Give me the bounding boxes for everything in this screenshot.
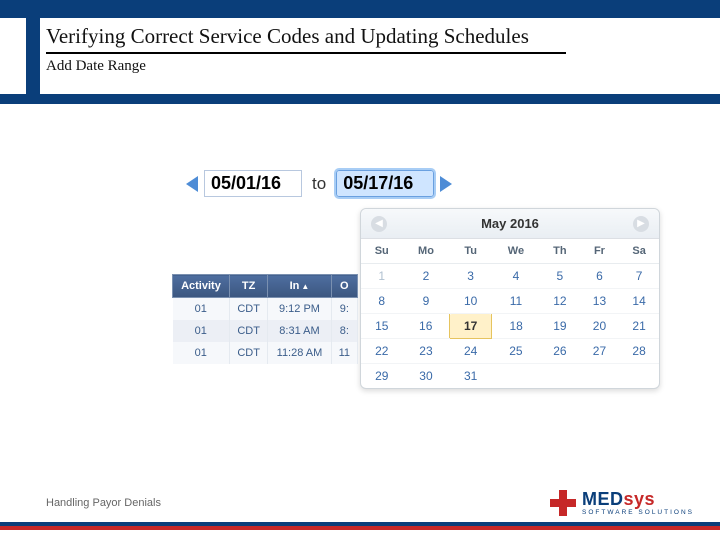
prev-range-icon[interactable] [186, 176, 198, 192]
calendar-day[interactable]: 8 [361, 289, 403, 314]
medsys-logo: MEDsys SOFTWARE SOLUTIONS [550, 490, 694, 517]
title-area: Verifying Correct Service Codes and Upda… [46, 24, 700, 75]
table-cell: 8:31 AM [268, 320, 331, 342]
calendar-day[interactable]: 16 [403, 314, 450, 339]
sort-arrow-icon: ▲ [301, 282, 309, 291]
table-cell: 11 [331, 342, 357, 364]
calendar-day[interactable]: 20 [580, 314, 619, 339]
activity-header[interactable]: Activity [173, 275, 230, 298]
date-range-row: to [186, 170, 676, 197]
calendar-prev-icon[interactable]: ◀ [371, 216, 387, 232]
calendar-dow: Mo [403, 239, 450, 264]
calendar-day[interactable]: 23 [403, 339, 450, 364]
activity-header[interactable]: TZ [229, 275, 267, 298]
calendar-day[interactable]: 17 [449, 314, 491, 339]
table-cell: CDT [229, 320, 267, 342]
calendar-day[interactable]: 7 [619, 264, 659, 289]
logo-main: MEDsys [582, 490, 694, 508]
calendar-day [619, 364, 659, 389]
calendar-dow-row: SuMoTuWeThFrSa [361, 239, 659, 264]
table-cell: CDT [229, 298, 267, 321]
footer: Handling Payor Denials MEDsys SOFTWARE S… [0, 484, 720, 531]
calendar-title: May 2016 [481, 216, 539, 231]
calendar-day[interactable]: 4 [492, 264, 540, 289]
activity-header[interactable]: In▲ [268, 275, 331, 298]
calendar-week-row: 15161718192021 [361, 314, 659, 339]
calendar-day[interactable]: 29 [361, 364, 403, 389]
calendar-day[interactable]: 12 [540, 289, 580, 314]
calendar-day [540, 364, 580, 389]
left-blue-accent [26, 0, 40, 104]
calendar-day[interactable]: 30 [403, 364, 450, 389]
page-title: Verifying Correct Service Codes and Upda… [46, 24, 566, 54]
calendar-week-row: 1234567 [361, 264, 659, 289]
table-cell: 9:12 PM [268, 298, 331, 321]
calendar-day[interactable]: 18 [492, 314, 540, 339]
calendar-day[interactable]: 13 [580, 289, 619, 314]
calendar-day[interactable]: 2 [403, 264, 450, 289]
logo-cross-icon [550, 490, 576, 516]
calendar-next-icon[interactable]: ▶ [633, 216, 649, 232]
calendar-day[interactable]: 3 [449, 264, 491, 289]
next-range-icon[interactable] [440, 176, 452, 192]
mid-blue-bar [0, 94, 720, 104]
table-cell: 8: [331, 320, 357, 342]
table-row[interactable]: 01CDT8:31 AM8: [173, 320, 358, 342]
table-cell: 01 [173, 342, 230, 364]
footer-text: Handling Payor Denials [46, 497, 161, 509]
calendar-dow: Tu [449, 239, 491, 264]
top-blue-bar [0, 0, 720, 18]
calendar-day[interactable]: 6 [580, 264, 619, 289]
to-label: to [312, 174, 326, 194]
activity-header-row: ActivityTZIn▲O [173, 275, 358, 298]
table-cell: 11:28 AM [268, 342, 331, 364]
calendar-day[interactable]: 9 [403, 289, 450, 314]
calendar-day[interactable]: 11 [492, 289, 540, 314]
table-cell: 9: [331, 298, 357, 321]
calendar-day[interactable]: 27 [580, 339, 619, 364]
calendar-week-row: 293031 [361, 364, 659, 389]
activity-header[interactable]: O [331, 275, 357, 298]
calendar-day[interactable]: 28 [619, 339, 659, 364]
calendar-day[interactable]: 15 [361, 314, 403, 339]
calendar-dow: Fr [580, 239, 619, 264]
calendar-dow: Sa [619, 239, 659, 264]
calendar-popup: ◀ May 2016 ▶ SuMoTuWeThFrSa 123456789101… [360, 208, 660, 389]
logo-sub: SOFTWARE SOLUTIONS [582, 510, 694, 517]
calendar-day[interactable]: 10 [449, 289, 491, 314]
calendar-day[interactable]: 24 [449, 339, 491, 364]
calendar-grid: SuMoTuWeThFrSa 1234567891011121314151617… [361, 239, 659, 388]
calendar-dow: We [492, 239, 540, 264]
calendar-day [580, 364, 619, 389]
date-from-input[interactable] [204, 170, 302, 197]
footer-red-line [0, 526, 720, 530]
calendar-header: ◀ May 2016 ▶ [361, 209, 659, 239]
calendar-day [492, 364, 540, 389]
calendar-week-row: 22232425262728 [361, 339, 659, 364]
calendar-day[interactable]: 22 [361, 339, 403, 364]
calendar-day[interactable]: 31 [449, 364, 491, 389]
calendar-day[interactable]: 25 [492, 339, 540, 364]
table-cell: 01 [173, 320, 230, 342]
table-cell: CDT [229, 342, 267, 364]
date-to-input[interactable] [336, 170, 434, 197]
page-subtitle: Add Date Range [46, 58, 700, 75]
table-row[interactable]: 01CDT9:12 PM9: [173, 298, 358, 321]
calendar-day[interactable]: 19 [540, 314, 580, 339]
calendar-day[interactable]: 14 [619, 289, 659, 314]
activity-table: ActivityTZIn▲O 01CDT9:12 PM9:01CDT8:31 A… [172, 274, 358, 364]
calendar-dow: Th [540, 239, 580, 264]
table-cell: 01 [173, 298, 230, 321]
calendar-day[interactable]: 26 [540, 339, 580, 364]
calendar-week-row: 891011121314 [361, 289, 659, 314]
content-area: to ◀ May 2016 ▶ SuMoTuWeThFrSa 123456789… [186, 170, 676, 197]
calendar-day[interactable]: 5 [540, 264, 580, 289]
calendar-dow: Su [361, 239, 403, 264]
logo-text: MEDsys SOFTWARE SOLUTIONS [582, 490, 694, 517]
table-row[interactable]: 01CDT11:28 AM11 [173, 342, 358, 364]
calendar-day[interactable]: 1 [361, 264, 403, 289]
calendar-day[interactable]: 21 [619, 314, 659, 339]
